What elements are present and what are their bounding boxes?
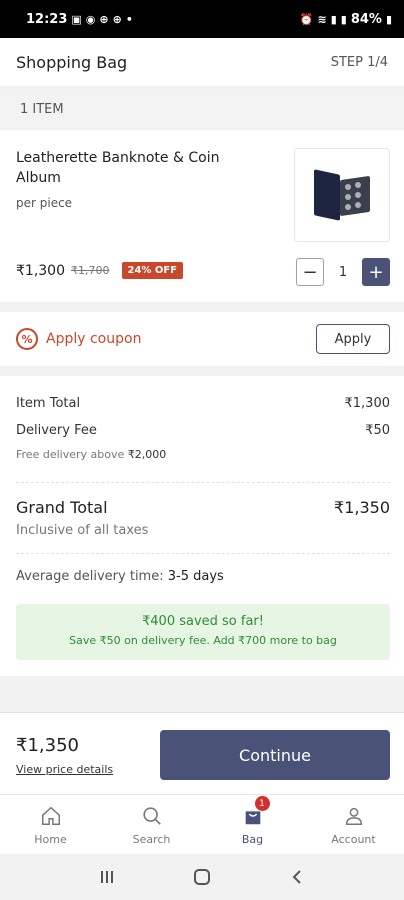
quantity-value: 1	[338, 264, 348, 280]
grand-total-row: Grand Total ₹1,350	[16, 498, 390, 517]
tab-home[interactable]: Home	[0, 795, 101, 854]
taxes-note: Inclusive of all taxes	[16, 523, 149, 538]
divider	[16, 482, 390, 483]
delivery-time-label: Average delivery time:	[16, 569, 164, 584]
alarm-icon: ⏰	[299, 12, 314, 26]
page-title: Shopping Bag	[16, 52, 128, 72]
tab-label: Bag	[241, 833, 264, 846]
recent-apps-icon[interactable]	[92, 862, 122, 892]
grand-total-label: Grand Total	[16, 498, 108, 517]
whatsapp-icon: ◉	[85, 12, 96, 26]
home-button-icon[interactable]	[187, 862, 217, 892]
dot-icon: •	[125, 12, 133, 26]
price-summary: Item Total ₹1,300 Delivery Fee ₹50 Free …	[0, 376, 404, 676]
coupon-row[interactable]: % Apply coupon Apply	[0, 312, 404, 366]
item-total-value: ₹1,300	[344, 396, 391, 411]
view-price-details-link[interactable]: View price details	[16, 763, 113, 776]
delivery-fee-value: ₹50	[365, 423, 390, 438]
battery-icon: ▮	[385, 12, 392, 26]
product-unit: per piece	[16, 196, 73, 210]
quantity-stepper: − 1 +	[296, 258, 390, 286]
free-delivery-text: Free delivery above	[16, 448, 125, 461]
system-nav-bar	[0, 854, 404, 900]
product-mrp: ₹1,700	[71, 264, 110, 277]
discount-badge: 24% OFF	[121, 262, 184, 279]
apply-coupon-label[interactable]: Apply coupon	[46, 331, 141, 347]
tab-search[interactable]: Search	[101, 795, 202, 854]
status-time: 12:23	[26, 11, 68, 27]
savings-subtitle: Save ₹50 on delivery fee. Add ₹700 more …	[69, 634, 337, 647]
divider	[16, 553, 390, 554]
app-icon-2: ⊕	[112, 12, 122, 26]
product-image[interactable]	[294, 148, 390, 242]
grand-total-value: ₹1,350	[334, 498, 390, 517]
delivery-fee-label: Delivery Fee	[16, 423, 97, 438]
bottom-tab-bar: Home Search 1 Bag Account	[0, 794, 404, 854]
product-card: Leatherette Banknote & Coin Album per pi…	[0, 130, 404, 302]
apply-coupon-button[interactable]: Apply	[316, 324, 390, 354]
checkout-bar: ₹1,350 View price details Continue	[0, 712, 404, 794]
tab-label: Account	[331, 833, 376, 846]
back-icon[interactable]	[282, 862, 312, 892]
app-icon: ⊕	[99, 12, 109, 26]
continue-button[interactable]: Continue	[160, 730, 390, 780]
battery-level: 84%	[350, 11, 382, 27]
tab-account[interactable]: Account	[303, 795, 404, 854]
wifi-icon: ≋	[317, 12, 327, 26]
home-icon	[41, 806, 60, 825]
tab-label: Home	[34, 833, 67, 846]
product-price: ₹1,300	[16, 262, 65, 279]
price-row: ₹1,300 ₹1,700 24% OFF	[16, 262, 184, 279]
bag-count-badge: 1	[254, 796, 270, 811]
delivery-time-value: 3-5 days	[167, 569, 224, 584]
item-count: 1 ITEM	[20, 101, 64, 117]
item-total-label: Item Total	[16, 396, 81, 411]
item-total-row: Item Total ₹1,300	[16, 396, 390, 411]
message-icon: ▣	[71, 12, 82, 26]
savings-title: ₹400 saved so far!	[142, 614, 264, 629]
savings-banner: ₹400 saved so far! Save ₹50 on delivery …	[16, 604, 390, 660]
checkout-step: STEP 1/4	[330, 54, 388, 70]
product-name[interactable]: Leatherette Banknote & Coin Album	[16, 148, 256, 188]
signal-icon-2: ▮	[340, 12, 347, 26]
tab-bag[interactable]: 1 Bag	[202, 795, 303, 854]
status-bar: 12:23 ▣ ◉ ⊕ ⊕ • ⏰ ≋ ▮ ▮ 84% ▮	[0, 0, 404, 38]
signal-icon: ▮	[330, 12, 337, 26]
search-icon	[142, 807, 161, 825]
account-icon	[345, 807, 362, 825]
item-count-bar: 1 ITEM	[0, 90, 404, 128]
delivery-time: Average delivery time: 3-5 days	[16, 569, 224, 584]
decrease-quantity-button[interactable]: −	[296, 258, 324, 286]
free-delivery-amount: ₹2,000	[127, 448, 167, 461]
increase-quantity-button[interactable]: +	[362, 258, 390, 286]
album-image	[312, 169, 372, 221]
footer-total: ₹1,350	[16, 735, 79, 756]
app-header: Shopping Bag STEP 1/4	[0, 38, 404, 86]
coupon-icon: %	[16, 328, 38, 350]
tab-label: Search	[132, 833, 171, 846]
delivery-fee-row: Delivery Fee ₹50	[16, 423, 390, 438]
free-delivery-note: Free delivery above ₹2,000	[16, 448, 166, 461]
